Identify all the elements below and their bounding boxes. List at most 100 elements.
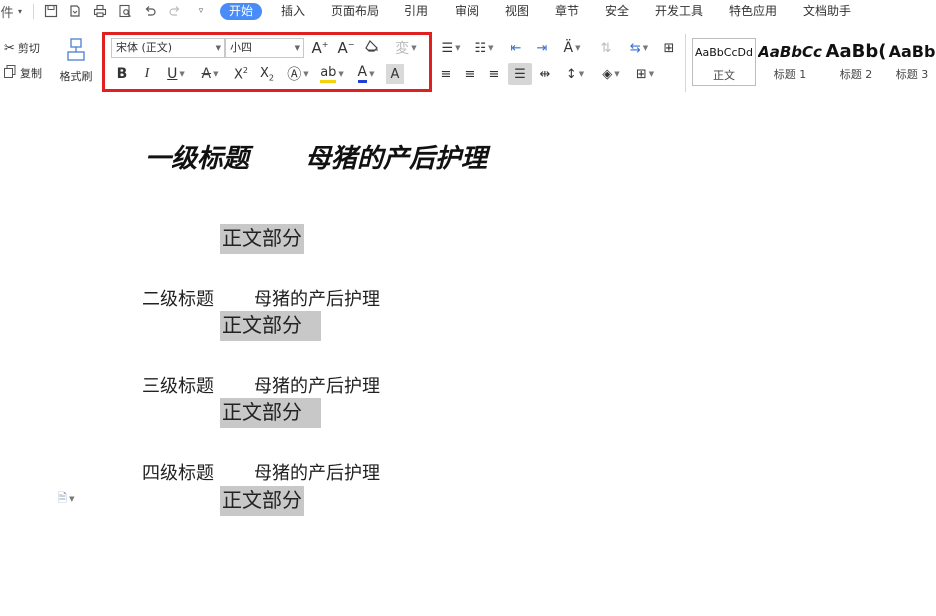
style-heading-2[interactable]: AaBb( 标题 2	[824, 38, 888, 86]
file-menu[interactable]: 件	[0, 3, 14, 21]
heading-level-1[interactable]: 一级标题 母猪的产后护理	[145, 138, 487, 175]
style-heading-1[interactable]: AaBbCc 标题 1	[758, 38, 822, 86]
style-normal-name: 正文	[713, 69, 735, 82]
body-text-block[interactable]: 正文部分	[220, 398, 321, 428]
scissors-icon: ✂	[4, 40, 15, 56]
tab-page-layout[interactable]: 页面布局	[331, 3, 379, 20]
table-grid-button[interactable]: ⊞	[659, 38, 679, 58]
heading-title: 母猪的产后护理	[254, 463, 380, 483]
line-spacing-button[interactable]: ↕ ▼	[561, 64, 589, 84]
copy-button[interactable]: 复制	[4, 64, 42, 82]
cut-label: 剪切	[17, 42, 40, 55]
outdent-icon: ⇤	[510, 40, 522, 56]
body-text-block[interactable]: 正文部分	[220, 311, 321, 341]
copy-icon	[4, 64, 16, 82]
bullet-list-button[interactable]: ☰ ▼	[437, 38, 465, 58]
tab-home[interactable]: 开始	[220, 3, 263, 20]
heading-level-2[interactable]: 二级标题 母猪的产后护理	[142, 285, 380, 311]
paint-bucket-icon: ◈	[602, 66, 613, 82]
sort-button[interactable]: ⇅	[596, 38, 616, 58]
indent-icon: ⇥	[536, 40, 548, 56]
menu-bar: 件 ▾ ▿ 开始 插入 页面布局 引用 审阅 视图 章节 安全 开发工具 特色应…	[0, 0, 936, 23]
align-right-icon: ≡	[488, 66, 500, 82]
chevron-down-icon: ▼	[614, 70, 620, 78]
tab-doc-assistant[interactable]: 文档助手	[803, 3, 851, 20]
tab-special-apps[interactable]: 特色应用	[729, 3, 777, 20]
heading-title: 母猪的产后护理	[254, 376, 380, 396]
numbered-list-button[interactable]: ☷ ▼	[470, 38, 498, 58]
font-group-highlight-box	[102, 32, 432, 92]
print-preview-icon[interactable]	[116, 3, 134, 19]
chevron-down-icon: ▼	[69, 495, 75, 503]
style-heading-2-sample: AaBb(	[825, 41, 887, 62]
show-hide-marks-button[interactable]: ⇆ ▼	[625, 38, 653, 58]
heading-level-label: 四级标题	[142, 463, 214, 483]
undo-icon[interactable]	[141, 3, 159, 19]
bullet-list-icon: ☰	[441, 40, 454, 56]
divider	[685, 34, 686, 92]
tab-view[interactable]: 视图	[505, 3, 529, 20]
format-painter-icon	[65, 38, 87, 66]
justify-button[interactable]: ☰	[508, 63, 532, 85]
copy-label: 复制	[20, 67, 42, 80]
style-heading-3[interactable]: AaBb 标题 3	[888, 38, 936, 86]
tab-security[interactable]: 安全	[605, 3, 629, 20]
heading-level-3[interactable]: 三级标题 母猪的产后护理	[142, 372, 380, 398]
format-painter-button[interactable]: 格式刷	[56, 37, 96, 85]
align-left-button[interactable]: ≡	[437, 64, 455, 84]
decrease-indent-button[interactable]: ⇤	[506, 38, 526, 58]
chevron-down-icon: ▼	[642, 44, 649, 52]
save-icon[interactable]	[42, 3, 60, 19]
align-center-button[interactable]: ≡	[461, 64, 479, 84]
style-normal[interactable]: AaBbCcDd 正文	[692, 38, 756, 86]
style-heading-1-sample: AaBbCc	[758, 43, 822, 61]
tab-review[interactable]: 审阅	[455, 3, 479, 20]
heading-title: 母猪的产后护理	[254, 289, 380, 309]
paragraph-shading-button[interactable]: ◈ ▼	[597, 64, 625, 84]
align-center-icon: ≡	[464, 66, 476, 82]
style-heading-2-name: 标题 2	[839, 68, 873, 81]
heading-level-4[interactable]: 四级标题 母猪的产后护理	[142, 459, 380, 485]
paragraph-layout-button[interactable]: 🗎 ▼	[52, 491, 80, 507]
align-right-button[interactable]: ≡	[485, 64, 503, 84]
table-grid-icon: ⊞	[663, 40, 675, 56]
heading-level-label: 一级标题	[145, 144, 250, 173]
body-text-block[interactable]: 正文部分	[220, 224, 304, 254]
chevron-down-icon: ▼	[578, 70, 585, 78]
tab-insert[interactable]: 插入	[281, 3, 305, 20]
sort-icon: ⇅	[600, 40, 612, 56]
borders-button[interactable]: ⊞ ▼	[631, 64, 659, 84]
increase-indent-button[interactable]: ⇥	[532, 38, 552, 58]
chevron-down-icon: ▼	[488, 44, 494, 52]
heading-title: 母猪的产后护理	[305, 144, 488, 173]
tab-developer[interactable]: 开发工具	[655, 3, 703, 20]
distributed-align-icon: ⇹	[539, 66, 551, 82]
redo-icon[interactable]	[166, 3, 184, 19]
cut-button[interactable]: ✂ 剪切	[4, 39, 40, 57]
document-icon: 🗎	[57, 490, 68, 505]
tab-section[interactable]: 章节	[555, 3, 579, 20]
distributed-align-button[interactable]: ⇹	[535, 64, 555, 84]
print-icon[interactable]	[91, 3, 109, 19]
align-left-icon: ≡	[440, 66, 452, 82]
chevron-down-icon: ▼	[575, 44, 581, 52]
heading-level-label: 二级标题	[142, 289, 214, 309]
chevron-down-icon: ▼	[648, 70, 655, 78]
format-painter-label: 格式刷	[59, 70, 93, 83]
style-heading-1-name: 标题 1	[773, 68, 807, 81]
line-spacing-icon: ↕	[565, 66, 577, 82]
chevron-down-icon[interactable]: ▾	[14, 3, 26, 19]
chevron-down-icon: ▼	[455, 44, 461, 52]
tab-references[interactable]: 引用	[404, 3, 428, 20]
paragraph-marks-icon: ⇆	[629, 40, 641, 56]
style-normal-sample: AaBbCcDd	[695, 46, 753, 59]
numbered-list-icon: ☷	[474, 40, 487, 56]
document-page[interactable]	[0, 100, 936, 616]
body-text-block[interactable]: 正文部分	[220, 486, 304, 516]
style-heading-3-name: 标题 3	[895, 68, 929, 81]
output-pdf-icon[interactable]	[66, 3, 84, 19]
quick-access-more-icon[interactable]: ▿	[194, 3, 208, 19]
divider	[33, 4, 34, 19]
change-case-button[interactable]: Ä ▼	[558, 38, 586, 58]
borders-icon: ⊞	[635, 66, 647, 82]
